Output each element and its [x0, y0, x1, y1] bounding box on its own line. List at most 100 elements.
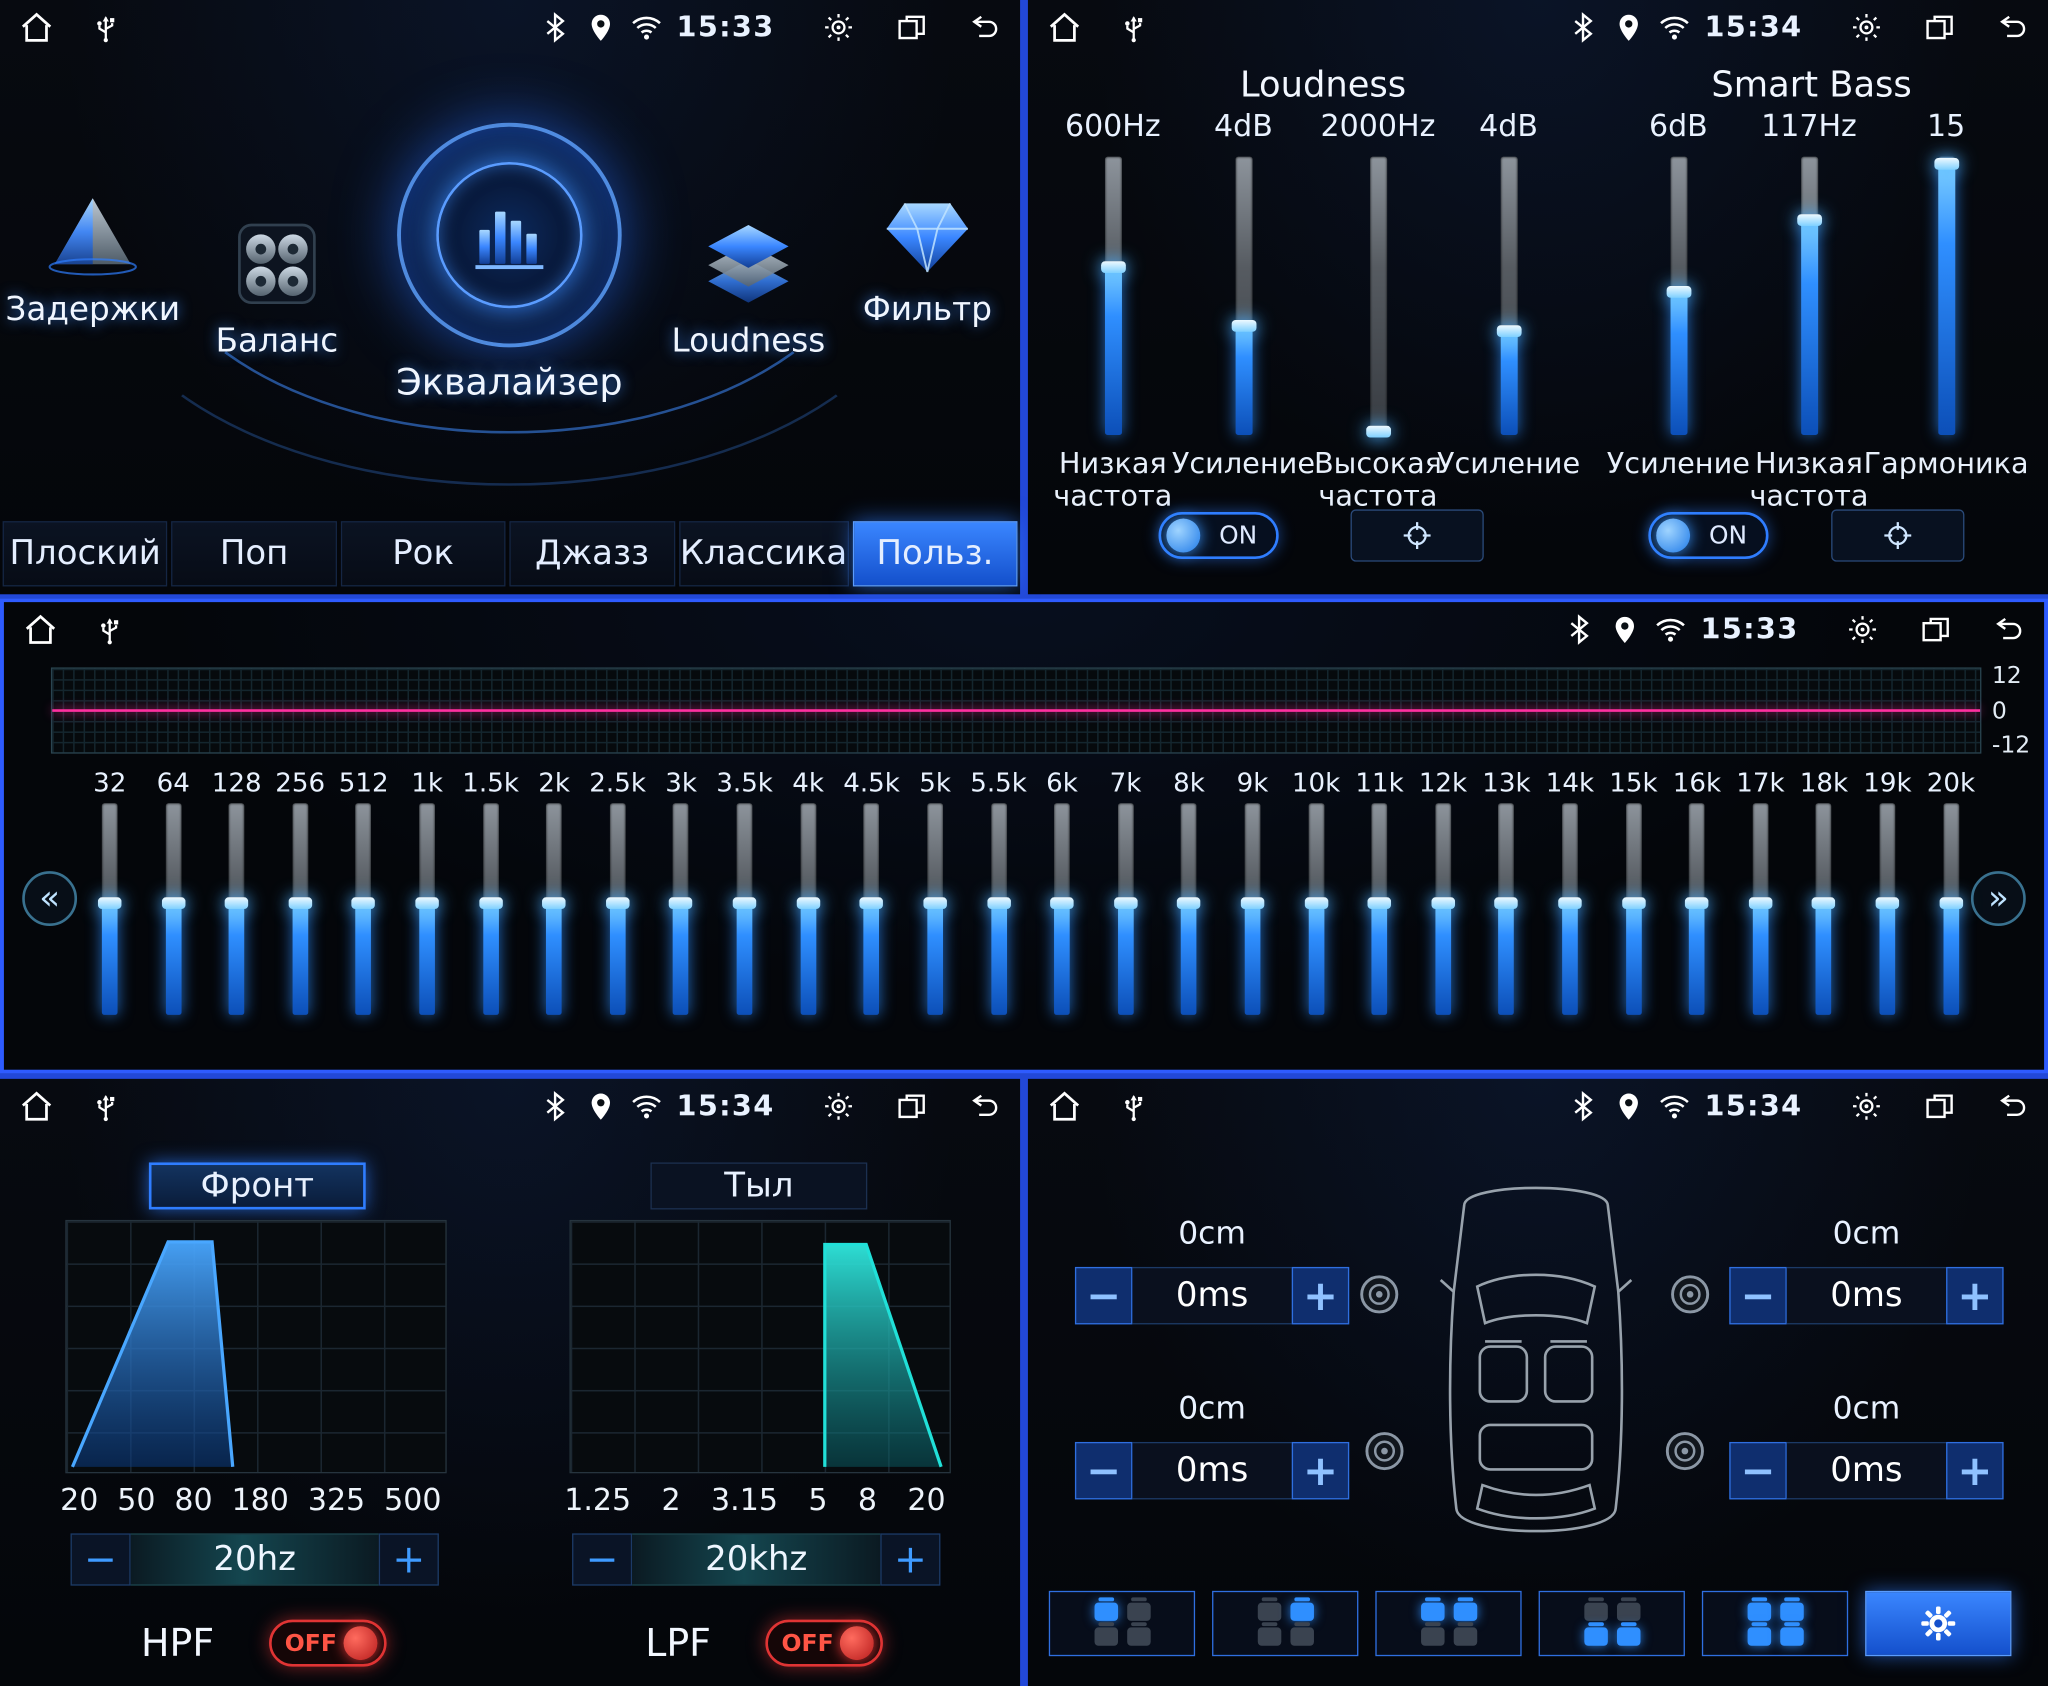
- band-slider[interactable]: [1626, 803, 1642, 1015]
- band-slider[interactable]: [419, 803, 435, 1015]
- hpf-minus-button[interactable]: −: [71, 1533, 131, 1585]
- home-icon[interactable]: [22, 611, 59, 648]
- band-slider[interactable]: [1880, 803, 1896, 1015]
- axis-tick-label: 3.15: [711, 1484, 778, 1518]
- menu-item-label: Задержки: [5, 290, 180, 328]
- back-icon[interactable]: [1992, 613, 2026, 647]
- band-slider[interactable]: [1245, 803, 1261, 1015]
- band-slider[interactable]: [991, 803, 1007, 1015]
- brightness-icon[interactable]: [822, 1089, 856, 1123]
- band-slider[interactable]: [800, 803, 816, 1015]
- band-slider[interactable]: [673, 803, 689, 1015]
- band-slider[interactable]: [1372, 803, 1388, 1015]
- delay-settings-button[interactable]: [1865, 1591, 2011, 1656]
- home-icon[interactable]: [1046, 1088, 1083, 1125]
- menu-item-loudness[interactable]: Loudness: [661, 217, 836, 359]
- smartbass-on-toggle[interactable]: ON: [1648, 512, 1768, 559]
- vertical-slider[interactable]: [1500, 157, 1517, 435]
- eq-band: 4.5k: [842, 767, 902, 1031]
- delay-minus-button[interactable]: −: [1075, 1442, 1132, 1499]
- band-slider[interactable]: [1689, 803, 1705, 1015]
- band-slider[interactable]: [1753, 803, 1769, 1015]
- loudness-tune-button[interactable]: [1351, 509, 1484, 561]
- menu-item-balance[interactable]: Баланс: [191, 217, 363, 359]
- delay-plus-button[interactable]: +: [1946, 1267, 2003, 1324]
- lpf-toggle[interactable]: OFF: [766, 1620, 884, 1667]
- lpf-frequency-value[interactable]: 20khz: [632, 1533, 880, 1585]
- delay-plus-button[interactable]: +: [1946, 1442, 2003, 1499]
- back-icon[interactable]: [1996, 1089, 2030, 1123]
- eq-preset-button[interactable]: Рок: [341, 521, 506, 586]
- recent-apps-icon[interactable]: [895, 10, 929, 44]
- recent-apps-icon[interactable]: [1923, 1089, 1957, 1123]
- vertical-slider[interactable]: [1938, 157, 1955, 435]
- band-slider[interactable]: [546, 803, 562, 1015]
- band-slider[interactable]: [1499, 803, 1515, 1015]
- position-all-button[interactable]: [1702, 1591, 1848, 1656]
- back-icon[interactable]: [968, 10, 1002, 44]
- recent-apps-icon[interactable]: [1919, 613, 1953, 647]
- band-slider[interactable]: [356, 803, 372, 1015]
- position-driver-button[interactable]: [1049, 1591, 1195, 1656]
- delay-minus-button[interactable]: −: [1729, 1442, 1786, 1499]
- delay-minus-button[interactable]: −: [1729, 1267, 1786, 1324]
- next-page-button[interactable]: »: [1971, 871, 2026, 926]
- home-icon[interactable]: [18, 9, 55, 46]
- brightness-icon[interactable]: [1849, 1089, 1883, 1123]
- slider-fill: [927, 901, 943, 1015]
- vertical-slider[interactable]: [1104, 157, 1121, 435]
- smartbass-tune-button[interactable]: [1831, 509, 1964, 561]
- band-slider[interactable]: [1562, 803, 1578, 1015]
- band-slider[interactable]: [610, 803, 626, 1015]
- band-slider[interactable]: [1181, 803, 1197, 1015]
- delay-minus-button[interactable]: −: [1075, 1267, 1132, 1324]
- band-slider[interactable]: [483, 803, 499, 1015]
- brightness-icon[interactable]: [1846, 613, 1880, 647]
- tab-front[interactable]: Фронт: [149, 1162, 366, 1209]
- position-passenger-button[interactable]: [1212, 1591, 1358, 1656]
- eq-preset-button[interactable]: Плоский: [3, 521, 168, 586]
- band-slider[interactable]: [1435, 803, 1451, 1015]
- position-rear-button[interactable]: [1539, 1591, 1685, 1656]
- menu-item-delays[interactable]: Задержки: [10, 191, 175, 328]
- menu-item-filter[interactable]: Фильтр: [844, 191, 1011, 328]
- band-slider[interactable]: [1943, 803, 1959, 1015]
- eq-preset-button[interactable]: Поп: [172, 521, 337, 586]
- delay-plus-button[interactable]: +: [1292, 1267, 1349, 1324]
- band-slider[interactable]: [1054, 803, 1070, 1015]
- menu-item-equalizer[interactable]: Эквалайзер: [392, 123, 627, 404]
- vertical-slider[interactable]: [1670, 157, 1687, 435]
- loudness-on-toggle[interactable]: ON: [1159, 512, 1279, 559]
- recent-apps-icon[interactable]: [895, 1089, 929, 1123]
- band-slider[interactable]: [927, 803, 943, 1015]
- hpf-toggle[interactable]: OFF: [269, 1620, 387, 1667]
- home-icon[interactable]: [18, 1088, 55, 1125]
- prev-page-button[interactable]: «: [22, 871, 77, 926]
- hpf-frequency-value[interactable]: 20hz: [131, 1533, 379, 1585]
- vertical-slider[interactable]: [1235, 157, 1252, 435]
- position-front-button[interactable]: [1375, 1591, 1521, 1656]
- vertical-slider[interactable]: [1369, 157, 1386, 435]
- back-icon[interactable]: [968, 1089, 1002, 1123]
- brightness-icon[interactable]: [822, 10, 856, 44]
- eq-preset-button[interactable]: Классика: [679, 521, 849, 586]
- lpf-minus-button[interactable]: −: [572, 1533, 632, 1585]
- band-slider[interactable]: [165, 803, 181, 1015]
- band-slider[interactable]: [1118, 803, 1134, 1015]
- band-slider[interactable]: [1816, 803, 1832, 1015]
- eq-preset-button[interactable]: Польз.: [852, 521, 1017, 586]
- slider-fill: [1372, 901, 1388, 1015]
- band-slider[interactable]: [1308, 803, 1324, 1015]
- band-slider[interactable]: [102, 803, 118, 1015]
- eq-preset-button[interactable]: Джазз: [510, 521, 675, 586]
- band-slider[interactable]: [229, 803, 245, 1015]
- band-slider[interactable]: [292, 803, 308, 1015]
- band-slider[interactable]: [864, 803, 880, 1015]
- hpf-plus-button[interactable]: +: [379, 1533, 439, 1585]
- delay-plus-button[interactable]: +: [1292, 1442, 1349, 1499]
- vertical-slider[interactable]: [1800, 157, 1817, 435]
- band-frequency-label: 18k: [1800, 767, 1848, 801]
- lpf-plus-button[interactable]: +: [880, 1533, 940, 1585]
- tab-rear[interactable]: Тыл: [650, 1162, 867, 1209]
- band-slider[interactable]: [737, 803, 753, 1015]
